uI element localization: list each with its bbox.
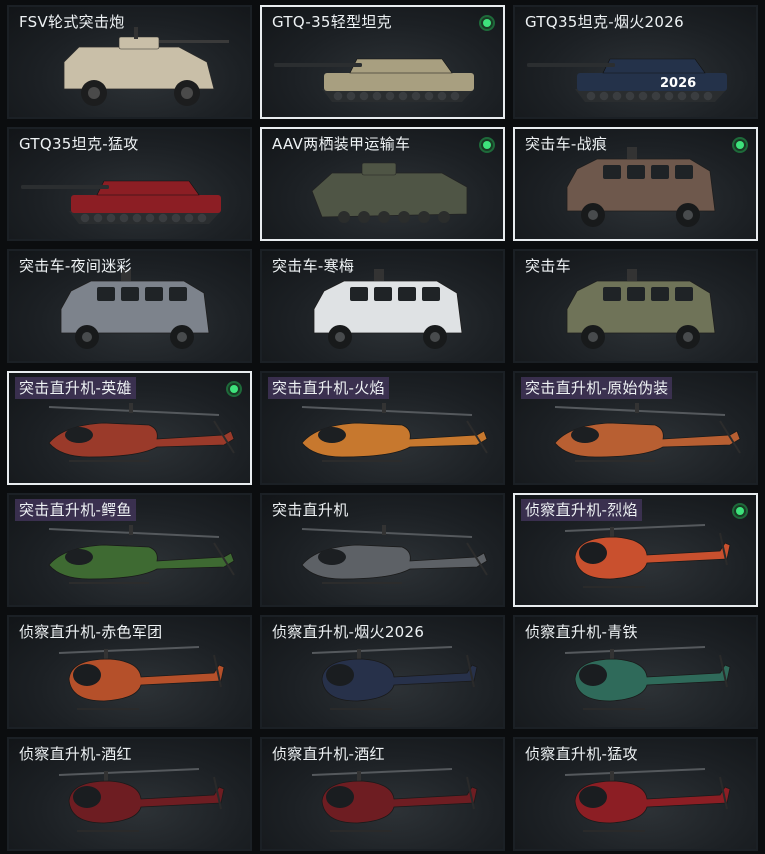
vehicle-card[interactable]: 侦察直升机-青铁 — [513, 615, 758, 729]
vehicle-card-label: 突击直升机 — [272, 501, 349, 519]
vehicle-card[interactable]: 侦察直升机-赤色军团 — [7, 615, 252, 729]
vehicle-card[interactable]: 突击直升机-火焰 — [260, 371, 505, 485]
vehicle-card[interactable]: 突击车 — [513, 249, 758, 363]
vehicle-card-label: AAV两栖装甲运输车 — [272, 135, 411, 153]
vehicle-skin-grid: FSV轮式突击炮 GTQ-35轻型坦克 2026 GTQ35坦克-烟火2026 G… — [0, 0, 765, 854]
vehicle-card[interactable]: 突击直升机-英雄 — [7, 371, 252, 485]
vehicle-card[interactable]: 突击直升机 — [260, 493, 505, 607]
equipped-indicator-icon — [479, 15, 495, 31]
vehicle-card[interactable]: FSV轮式突击炮 — [7, 5, 252, 119]
vehicle-card-label: 突击车 — [525, 257, 571, 275]
vehicle-card[interactable]: 突击车-寒梅 — [260, 249, 505, 363]
vehicle-card[interactable]: GTQ35坦克-猛攻 — [7, 127, 252, 241]
vehicle-card-label: GTQ35坦克-烟火2026 — [525, 13, 684, 31]
vehicle-card-label: 侦察直升机-青铁 — [525, 623, 638, 641]
vehicle-card-label: FSV轮式突击炮 — [19, 13, 125, 31]
vehicle-card-label: 侦察直升机-赤色军团 — [19, 623, 163, 641]
vehicle-card-label: 突击车-寒梅 — [272, 257, 355, 275]
vehicle-card[interactable]: 突击直升机-原始伪装 — [513, 371, 758, 485]
equipped-indicator-icon — [732, 137, 748, 153]
vehicle-card[interactable]: 侦察直升机-烈焰 — [513, 493, 758, 607]
vehicle-card[interactable]: 突击车-夜间迷彩 — [7, 249, 252, 363]
vehicle-card[interactable]: 侦察直升机-烟火2026 — [260, 615, 505, 729]
vehicle-card[interactable]: AAV两栖装甲运输车 — [260, 127, 505, 241]
equipped-indicator-icon — [479, 137, 495, 153]
equipped-indicator-icon — [732, 503, 748, 519]
vehicle-card[interactable]: 侦察直升机-酒红 — [260, 737, 505, 851]
vehicle-card-label: 突击直升机-原始伪装 — [521, 377, 673, 399]
vehicle-card[interactable]: GTQ-35轻型坦克 — [260, 5, 505, 119]
vehicle-card-label: 侦察直升机-烈焰 — [521, 499, 642, 521]
vehicle-card-label: GTQ35坦克-猛攻 — [19, 135, 139, 153]
vehicle-card[interactable]: 突击直升机-鳄鱼 — [7, 493, 252, 607]
vehicle-card-label: 侦察直升机-酒红 — [19, 745, 132, 763]
vehicle-card[interactable]: 2026 GTQ35坦克-烟火2026 — [513, 5, 758, 119]
vehicle-card-label: 突击直升机-鳄鱼 — [15, 499, 136, 521]
vehicle-card-label: 侦察直升机-猛攻 — [525, 745, 638, 763]
vehicle-card-label: 突击车-战痕 — [525, 135, 608, 153]
vehicle-card-label: 突击直升机-英雄 — [15, 377, 136, 399]
vehicle-card-label: 侦察直升机-酒红 — [272, 745, 385, 763]
vehicle-card-label: 突击直升机-火焰 — [268, 377, 389, 399]
vehicle-card[interactable]: 侦察直升机-酒红 — [7, 737, 252, 851]
vehicle-card[interactable]: 侦察直升机-猛攻 — [513, 737, 758, 851]
equipped-indicator-icon — [226, 381, 242, 397]
vehicle-card-label: 突击车-夜间迷彩 — [19, 257, 132, 275]
svg-text:2026: 2026 — [660, 76, 696, 91]
vehicle-card[interactable]: 突击车-战痕 — [513, 127, 758, 241]
vehicle-card-label: 侦察直升机-烟火2026 — [272, 623, 425, 641]
vehicle-card-label: GTQ-35轻型坦克 — [272, 13, 392, 31]
